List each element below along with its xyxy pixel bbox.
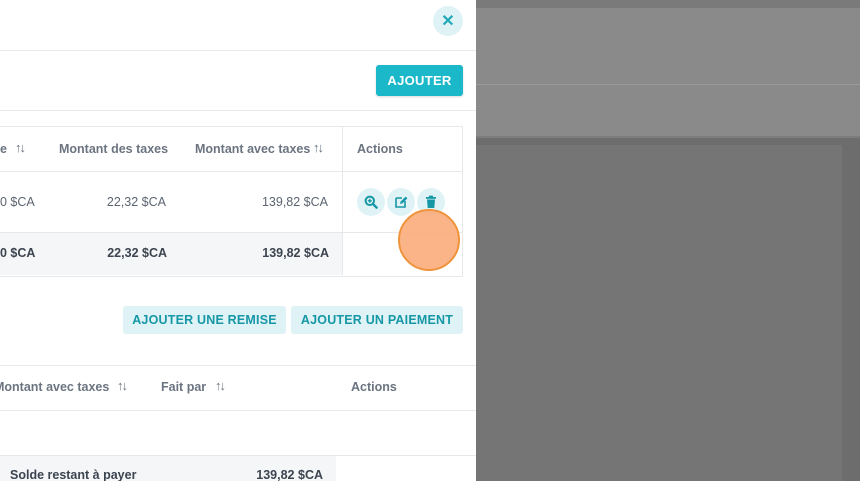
backdrop-header-strip bbox=[476, 0, 860, 8]
total-partial: 0 $CA bbox=[0, 246, 36, 260]
sort-icon[interactable]: ↑↓ bbox=[117, 378, 128, 393]
divider bbox=[0, 110, 476, 111]
total-amount-with-tax: 139,82 $CA bbox=[262, 246, 329, 260]
zoom-in-icon bbox=[364, 195, 378, 209]
trash-icon bbox=[426, 195, 436, 208]
close-button[interactable]: ✕ bbox=[433, 6, 463, 36]
cell-amount-with-tax: 139,82 $CA bbox=[261, 195, 328, 209]
table-row-divider bbox=[0, 171, 462, 172]
table-row-divider bbox=[0, 410, 476, 411]
backdrop-card bbox=[476, 8, 860, 138]
balance-label: Solde restant à payer bbox=[10, 468, 137, 481]
sort-icon[interactable]: ↑↓ bbox=[15, 140, 26, 155]
close-icon: ✕ bbox=[441, 13, 455, 30]
backdrop-content bbox=[476, 145, 842, 481]
header-actions: Actions bbox=[357, 142, 403, 156]
sort-icon[interactable]: ↑↓ bbox=[313, 140, 324, 155]
header-partial: e bbox=[0, 142, 7, 156]
header-amount-with-tax: Montant avec taxes bbox=[0, 380, 110, 394]
add-payment-button[interactable]: AJOUTER UN PAIEMENT bbox=[291, 306, 463, 334]
header-done-by: Fait par bbox=[161, 380, 207, 394]
sort-icon[interactable]: ↑↓ bbox=[215, 378, 226, 393]
balance-value: 139,82 $CA bbox=[256, 468, 323, 481]
backdrop-divider bbox=[476, 136, 860, 138]
backdrop-divider bbox=[476, 84, 860, 85]
edit-button[interactable] bbox=[387, 188, 415, 216]
total-tax-amount: 22,32 $CA bbox=[107, 246, 167, 260]
header-amount-with-tax: Montant avec taxes bbox=[195, 142, 311, 156]
cell-partial: 0 $CA bbox=[0, 195, 35, 209]
view-button[interactable] bbox=[357, 188, 385, 216]
header-tax-amount: Montant des taxes bbox=[59, 142, 169, 156]
actions-column-divider bbox=[342, 127, 343, 275]
divider bbox=[0, 365, 476, 366]
invoice-drawer: ✕ AJOUTER e ↑↓ Montant des taxes Montant… bbox=[0, 0, 476, 481]
add-button[interactable]: AJOUTER bbox=[376, 65, 463, 96]
cell-tax-amount: 22,32 $CA bbox=[106, 195, 166, 209]
add-discount-button[interactable]: AJOUTER UNE REMISE bbox=[123, 306, 286, 334]
header-actions: Actions bbox=[351, 380, 397, 394]
divider bbox=[0, 50, 476, 51]
edit-icon bbox=[395, 196, 408, 208]
cursor-indicator bbox=[398, 209, 460, 271]
